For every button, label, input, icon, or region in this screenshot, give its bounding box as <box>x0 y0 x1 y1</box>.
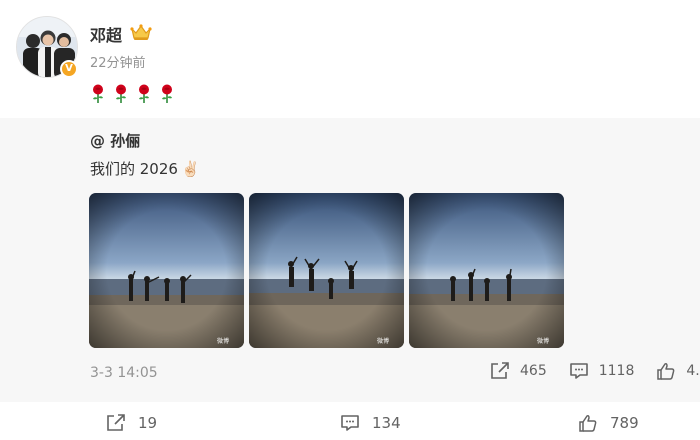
rose-icon <box>93 84 103 103</box>
rose-icon <box>139 84 149 103</box>
repost-text: 我们的 2026 ✌🏻 <box>90 158 200 179</box>
comment-count: 134 <box>372 414 401 432</box>
comment-icon <box>341 415 359 431</box>
comment-button[interactable]: 134 <box>340 414 401 432</box>
rose-icon <box>162 84 172 103</box>
verified-badge-icon: V <box>60 60 78 78</box>
comment-icon <box>569 363 588 379</box>
share-icon <box>107 414 125 431</box>
repost-comment-count: 1118 <box>598 363 635 379</box>
repost-text-body: 我们的 2026 <box>90 160 178 178</box>
repost-stats: 465 1118 4. <box>490 362 700 380</box>
repost-card[interactable]: @ 孙俪 我们的 2026 ✌🏻 微博 微博 微博 3-3 14:05 465 … <box>0 118 700 402</box>
share-button[interactable]: 19 <box>106 414 157 432</box>
svg-text:微博: 微博 <box>377 337 389 345</box>
like-count: 789 <box>610 414 639 432</box>
post-timestamp: 22分钟前 <box>90 56 146 71</box>
repost-like-button[interactable]: 4. <box>656 362 700 380</box>
repost-share-count: 465 <box>520 363 547 379</box>
svg-text:微博: 微博 <box>537 337 549 345</box>
photo-thumbnail[interactable]: 微博 <box>249 193 404 348</box>
repost-like-count: 4. <box>686 363 700 379</box>
repost-share-button[interactable]: 465 <box>490 362 547 380</box>
repost-author[interactable]: @ 孙俪 <box>90 130 140 151</box>
like-button[interactable]: 789 <box>578 414 639 432</box>
repost-comment-button[interactable]: 1118 <box>569 362 635 380</box>
crown-icon <box>130 24 152 40</box>
rose-icon <box>116 84 126 103</box>
photo-grid: 微博 微博 微博 <box>89 193 564 348</box>
share-count: 19 <box>138 414 158 432</box>
rose-emoji-row <box>90 84 175 104</box>
thumbs-up-icon <box>657 363 675 380</box>
photo-thumbnail[interactable]: 微博 <box>409 193 564 348</box>
photo-thumbnail[interactable]: 微博 <box>89 193 244 348</box>
victory-hand-icon: ✌🏻 <box>180 159 200 178</box>
thumbs-up-icon <box>579 415 597 432</box>
svg-text:微博: 微博 <box>217 337 229 345</box>
post-action-bar: 19 134 789 <box>0 402 700 440</box>
repost-date: 3-3 14:05 <box>90 365 158 381</box>
post-author[interactable]: 邓超 <box>90 22 122 46</box>
share-icon <box>491 362 509 379</box>
post-header: V 邓超 22分钟前 <box>0 0 700 118</box>
